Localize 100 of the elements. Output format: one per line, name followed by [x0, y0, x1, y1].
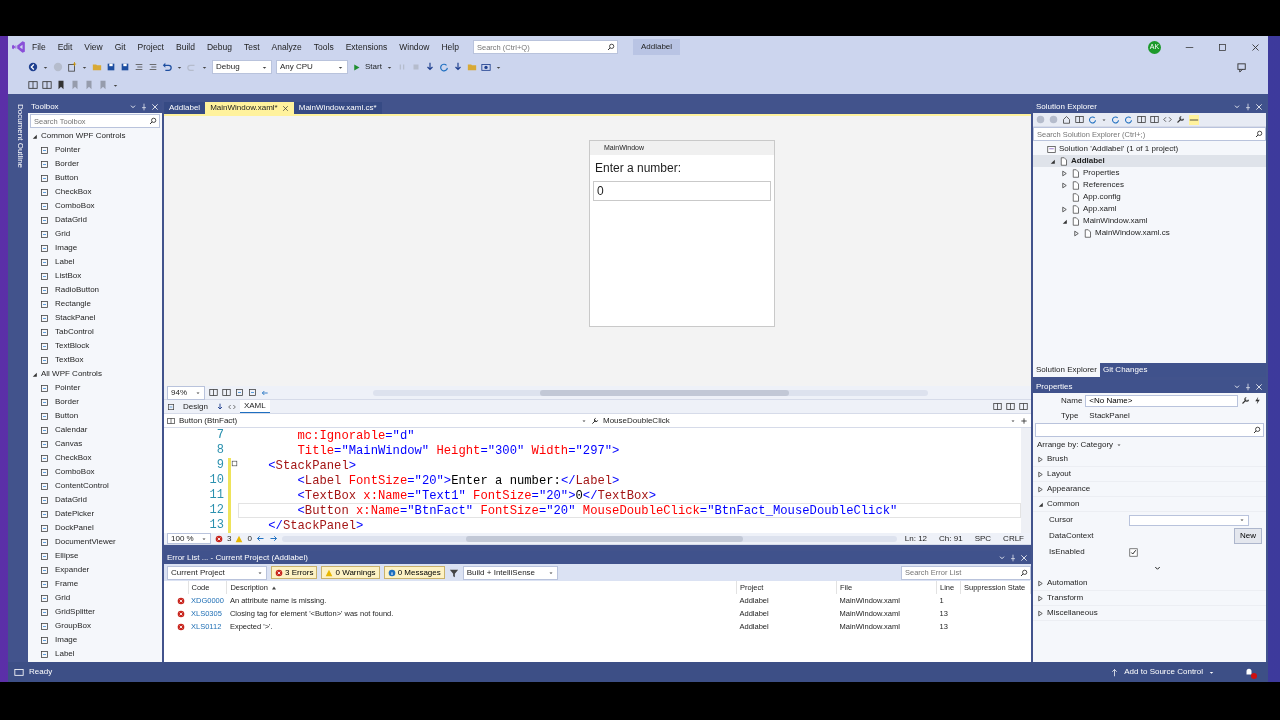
menu-item[interactable]: Window: [393, 40, 436, 54]
tree-item[interactable]: MainWindow.xaml: [1083, 215, 1148, 227]
forward-arrow-icon[interactable]: [268, 534, 278, 543]
expanded-arrow-icon[interactable]: [1061, 217, 1068, 225]
toolbox-item[interactable]: TextBlock: [55, 340, 90, 352]
toolbox-item[interactable]: TabControl: [55, 326, 94, 338]
toolbox-item[interactable]: ComboBox: [55, 200, 95, 212]
undo-icon[interactable]: [162, 62, 172, 72]
panel-tab[interactable]: Solution Explorer: [1033, 363, 1100, 377]
toolbox-item[interactable]: Calendar: [55, 424, 88, 436]
wrench-icon[interactable]: [1176, 115, 1185, 124]
toolbox-group-header[interactable]: All WPF Controls: [41, 368, 102, 380]
document-outline-tab[interactable]: Document Outline: [8, 100, 26, 169]
save-icon[interactable]: [106, 62, 116, 72]
expanded-arrow-icon[interactable]: [31, 370, 38, 378]
view-tab[interactable]: Design: [179, 400, 212, 413]
collapsed-arrow-icon[interactable]: [1061, 205, 1068, 213]
back-arrow-icon[interactable]: [255, 534, 265, 543]
filter-button[interactable]: 0 Warnings: [321, 566, 380, 579]
grid-icon[interactable]: [209, 388, 218, 397]
toolbox-item[interactable]: ListBox: [55, 270, 82, 282]
toolbox-item[interactable]: DockPanel: [55, 522, 94, 534]
events-icon[interactable]: [1253, 396, 1262, 405]
save-all-icon[interactable]: [120, 62, 130, 72]
step-into-icon[interactable]: [424, 62, 435, 72]
toolbox-item[interactable]: StackPanel: [55, 312, 96, 324]
menu-item[interactable]: Project: [131, 40, 170, 54]
toolbox-item[interactable]: Button: [55, 410, 79, 422]
filter-button[interactable]: 0 Messages: [383, 566, 445, 579]
toolbox-item[interactable]: DataGrid: [55, 214, 87, 226]
menu-item[interactable]: File: [26, 40, 52, 54]
pin-icon[interactable]: [1244, 102, 1252, 111]
split-icon[interactable]: [1006, 402, 1015, 411]
step-out-icon[interactable]: [452, 62, 463, 72]
collapsed-arrow-icon[interactable]: [1061, 169, 1068, 177]
toolbox-item[interactable]: Button: [55, 172, 79, 184]
tree-item[interactable]: Addlabel: [1071, 155, 1105, 167]
platform-dropdown[interactable]: Any CPU: [276, 60, 348, 74]
property-search-field[interactable]: [1035, 423, 1264, 437]
start-button[interactable]: Start: [352, 61, 382, 73]
tree-item[interactable]: Solution 'Addlabel' (1 of 1 project): [1059, 143, 1179, 155]
view-tab[interactable]: XAML: [239, 400, 270, 413]
new-button[interactable]: New: [1234, 528, 1262, 544]
horizontal-scrollbar[interactable]: [373, 389, 928, 396]
wrench-icon[interactable]: [1241, 396, 1250, 405]
menu-item[interactable]: Edit: [51, 40, 79, 54]
toolbox-item[interactable]: Ellipse: [55, 550, 79, 562]
toolbox-item[interactable]: Grid: [55, 228, 71, 240]
new-item-icon[interactable]: [67, 62, 77, 72]
toolbox-item[interactable]: DocumentViewer: [55, 536, 116, 548]
collapsed-arrow-icon[interactable]: [1037, 609, 1044, 617]
menu-item[interactable]: Extensions: [339, 40, 394, 54]
filter-icon[interactable]: [448, 567, 459, 578]
property-category[interactable]: Miscellaneous: [1047, 607, 1098, 619]
collapsed-arrow-icon[interactable]: [1037, 594, 1044, 602]
dropdown-icon[interactable]: [129, 102, 137, 111]
scope-dropdown[interactable]: Current Project: [167, 565, 267, 580]
toolbox-item[interactable]: Pointer: [55, 144, 81, 156]
checkbox[interactable]: [1129, 547, 1138, 557]
split-icon[interactable]: [993, 402, 1002, 411]
toolbox-item[interactable]: Image: [55, 242, 78, 254]
menu-item[interactable]: Debug: [200, 40, 238, 54]
swap-icon[interactable]: [215, 402, 224, 411]
tree-item[interactable]: Properties: [1083, 167, 1120, 179]
toolbox-item[interactable]: ComboBox: [55, 466, 95, 478]
pin-icon[interactable]: [140, 102, 148, 111]
menu-item[interactable]: Analyze: [265, 40, 308, 54]
expanded-arrow-icon[interactable]: [31, 132, 38, 140]
toolbox-item[interactable]: CheckBox: [55, 452, 92, 464]
document-tab[interactable]: Addlabel: [164, 102, 206, 114]
sync-icon[interactable]: [1111, 115, 1120, 124]
tree-item[interactable]: References: [1083, 179, 1124, 191]
vertical-scrollbar[interactable]: [1021, 428, 1031, 533]
toolbox-item[interactable]: GridSplitter: [55, 606, 95, 618]
pin-icon[interactable]: [1244, 382, 1252, 391]
property-category[interactable]: Layout: [1047, 468, 1072, 480]
feedback-icon[interactable]: [1237, 61, 1248, 73]
toolbox-item[interactable]: Frame: [55, 578, 79, 590]
add-icon[interactable]: [1020, 416, 1028, 425]
warning-count[interactable]: 0: [247, 532, 252, 545]
toolbox-item[interactable]: Grid: [55, 592, 71, 604]
switch-view-icon[interactable]: [1075, 115, 1084, 124]
menu-item[interactable]: Tools: [307, 40, 340, 54]
menu-item[interactable]: Help: [435, 40, 465, 54]
toolbox-item[interactable]: ContentControl: [55, 480, 109, 492]
dropdown-icon[interactable]: [1233, 102, 1241, 111]
document-tab[interactable]: MainWindow.xaml.cs*: [293, 102, 382, 114]
tree-item[interactable]: App.xaml: [1083, 203, 1117, 215]
toolbox-item[interactable]: DatePicker: [55, 508, 95, 520]
toolbox-item[interactable]: Border: [55, 158, 79, 170]
toolbox-item[interactable]: Label: [55, 256, 75, 268]
collapsed-arrow-icon[interactable]: [1037, 470, 1044, 478]
dropdown-icon[interactable]: [1233, 382, 1241, 391]
collapsed-arrow-icon[interactable]: [1061, 181, 1068, 189]
toolbox-item[interactable]: Label: [55, 648, 75, 660]
tree-item[interactable]: App.config: [1083, 191, 1121, 203]
step-over-icon[interactable]: [438, 62, 449, 72]
close-icon[interactable]: [281, 104, 289, 112]
menu-item[interactable]: Build: [170, 40, 201, 54]
source-dropdown[interactable]: Build + IntelliSense: [462, 565, 558, 580]
